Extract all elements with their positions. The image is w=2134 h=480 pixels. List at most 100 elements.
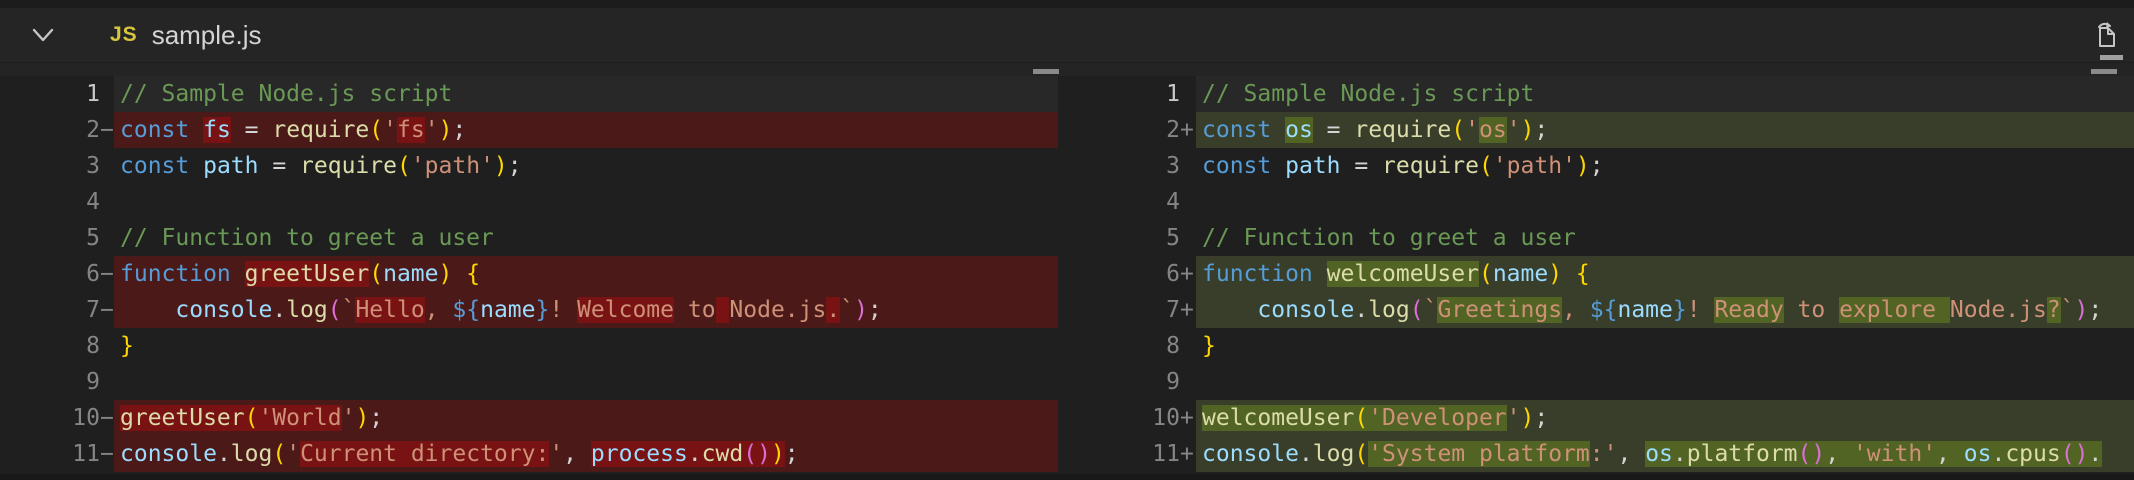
code-line[interactable] [1196,184,2134,220]
added-line[interactable]: 6+function welcomeUser(name) { [1058,256,2134,292]
context-line[interactable]: 4 [1058,184,2134,220]
removed-sign: − [100,400,114,436]
open-file-icon[interactable] [2090,18,2124,52]
code-line[interactable]: welcomeUser('Developer'); [1196,400,2134,436]
context-line[interactable]: 3const path = require('path'); [0,148,1058,184]
code-line[interactable] [114,184,1058,220]
removed-sign: − [100,436,114,472]
token-bracket1: ( [1479,261,1493,287]
deleted-line[interactable]: 11−console.log('Current directory:', pro… [0,436,1058,472]
token-string: 'path' [1493,153,1576,179]
code-line[interactable] [1196,364,2134,400]
token-variable: name [1493,261,1548,287]
token-bracket1: ( [1479,153,1493,179]
context-line[interactable]: 8} [1058,328,2134,364]
line-gutter: 7− [0,292,114,328]
line-gutter: 5 [0,220,114,256]
token-bracket1: ( [272,441,286,467]
token-bracket1: ) [1548,261,1562,287]
added-sign: + [1180,256,1196,292]
token-string: ' [1465,117,1479,143]
line-number: 5 [0,220,100,256]
added-line[interactable]: 7+ console.log(`Greetings, ${name}! Read… [1058,292,2134,328]
code-line[interactable]: // Function to greet a user [114,220,1058,256]
code-line[interactable]: const os = require('os'); [1196,112,2134,148]
line-gutter: 10+ [1058,400,1196,436]
added-line[interactable]: 11+console.log('System platform:', os.pl… [1058,436,2134,472]
code-line[interactable]: console.log(`Hello, ${name}! Welcome to … [114,292,1058,328]
context-line[interactable]: 5// Function to greet a user [1058,220,2134,256]
line-gutter: 2− [0,112,114,148]
horizontal-scrollbar-thumb-modified[interactable] [2091,69,2117,74]
token-bracket1: ) [1521,117,1535,143]
line-gutter: 3 [0,148,114,184]
deleted-line[interactable]: 6−function greetUser(name) { [0,256,1058,292]
token-bracket2: ) [2075,297,2089,323]
token-punct: , [1936,441,1964,467]
code-line[interactable]: // Sample Node.js script [1196,76,2134,112]
token-string: : [1590,441,1604,467]
context-line[interactable]: 1// Sample Node.js script [1058,76,2134,112]
token-bracket2: ) [757,441,771,467]
deleted-line[interactable]: 7− console.log(`Hello, ${name}! Welcome … [0,292,1058,328]
file-name: sample.js [152,20,262,51]
context-line[interactable]: 9 [1058,364,2134,400]
code-line[interactable]: function welcomeUser(name) { [1196,256,2134,292]
line-number: 11 [1058,436,1180,472]
horizontal-scrollbar-thumb-original[interactable] [1033,69,1059,74]
context-line[interactable]: 4 [0,184,1058,220]
vertical-scrollbar-thumb-modified[interactable] [2100,55,2123,60]
token-punct: = [1340,153,1382,179]
code-line[interactable]: function greetUser(name) { [114,256,1058,292]
token-function: greetUser [245,261,370,287]
code-line[interactable] [114,364,1058,400]
token-string: , [425,297,453,323]
code-line[interactable]: const fs = require('fs'); [114,112,1058,148]
token-keyword: const [120,117,203,143]
no-sign [1180,148,1196,184]
code-line[interactable]: const path = require('path'); [1196,148,2134,184]
code-line[interactable]: console.log(`Greetings, ${name}! Ready t… [1196,292,2134,328]
line-gutter: 1 [0,76,114,112]
token-variable: console [1257,297,1354,323]
token-variable: path [203,153,258,179]
added-line[interactable]: 2+const os = require('os'); [1058,112,2134,148]
code-line[interactable]: const path = require('path'); [114,148,1058,184]
token-bracket2: ( [1798,441,1812,467]
line-number: 3 [1058,148,1180,184]
editor-scrollbar-strip [0,62,2134,76]
deleted-line[interactable]: 2−const fs = require('fs'); [0,112,1058,148]
token-keyword: const [1202,117,1285,143]
token-punct: ; [452,117,466,143]
token-function: welcomeUser [1327,261,1479,287]
token-string: ! [549,297,577,323]
code-line[interactable]: } [114,328,1058,364]
line-gutter: 7+ [1058,292,1196,328]
line-number: 4 [0,184,100,220]
token-punct: ; [1534,117,1548,143]
context-line[interactable]: 8} [0,328,1058,364]
deleted-line[interactable]: 10−greetUser('World'); [0,400,1058,436]
token-function: platform [1687,441,1798,467]
context-line[interactable]: 5 // Function to greet a user [0,220,1058,256]
code-line[interactable]: // Function to greet a user [1196,220,2134,256]
code-line[interactable]: greetUser('World'); [114,400,1058,436]
removed-sign: − [100,292,114,328]
added-line[interactable]: 10+welcomeUser('Developer'); [1058,400,2134,436]
original-pane: 1// Sample Node.js script2−const fs = re… [0,76,1058,472]
context-line[interactable]: 9 [0,364,1058,400]
token-string: ` [1424,297,1438,323]
token-string: ' [1604,441,1618,467]
chevron-down-icon[interactable] [28,20,58,50]
context-line[interactable]: 1// Sample Node.js script [0,76,1058,112]
code-line[interactable]: console.log('System platform:', os.platf… [1196,436,2134,472]
code-line[interactable]: console.log('Current directory:', proces… [114,436,1058,472]
code-line[interactable]: } [1196,328,2134,364]
token-string: ' [1507,405,1521,431]
token-punct [1562,261,1576,287]
context-line[interactable]: 3 const path = require('path'); [1058,148,2134,184]
token-bracket1: ( [1451,117,1465,143]
code-line[interactable]: // Sample Node.js script [114,76,1058,112]
token-punct: ; [868,297,882,323]
no-sign [1180,328,1196,364]
